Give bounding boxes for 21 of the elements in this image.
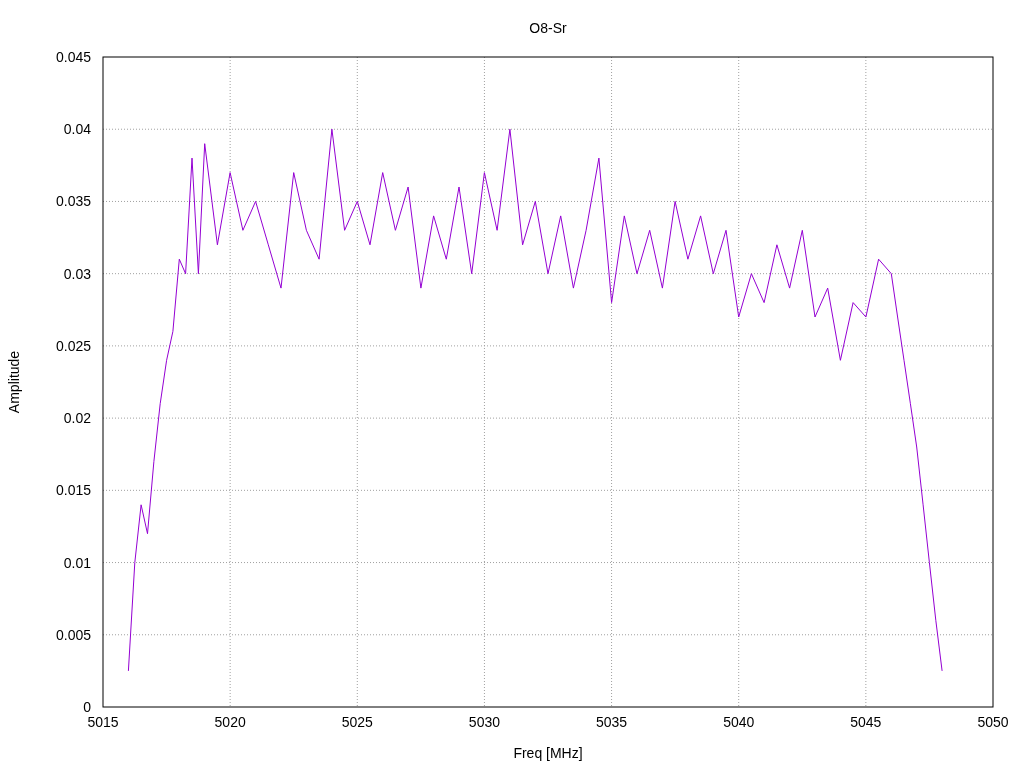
- y-tick-label: 0.015: [55, 482, 91, 499]
- x-tick-label: 5035: [596, 714, 628, 730]
- y-tick-label: 0.03: [63, 265, 91, 282]
- y-tick-label: 0: [83, 699, 91, 715]
- x-tick-label: 5045: [850, 714, 882, 730]
- y-tick-label: 0.035: [55, 193, 91, 210]
- x-tick-label: 5030: [468, 714, 500, 730]
- y-tick-label: 0.025: [55, 337, 91, 354]
- y-tick-label: 0.04: [63, 121, 91, 138]
- chart-title: O8-Sr: [529, 20, 567, 36]
- y-tick-label: 0.02: [63, 410, 91, 427]
- y-tick-label: 0.01: [63, 554, 91, 571]
- x-axis-label: Freq [MHz]: [513, 745, 583, 761]
- x-tick-label: 5040: [723, 714, 755, 730]
- x-tick-label: 5050: [977, 714, 1009, 730]
- y-tick-label: 0.005: [55, 626, 91, 643]
- y-tick-label: 0.045: [55, 49, 91, 65]
- x-tick-label: 5015: [87, 714, 119, 730]
- x-tick-label: 5020: [214, 714, 246, 730]
- x-tick-label: 5025: [341, 714, 373, 730]
- y-axis-label: Amplitude: [6, 350, 22, 414]
